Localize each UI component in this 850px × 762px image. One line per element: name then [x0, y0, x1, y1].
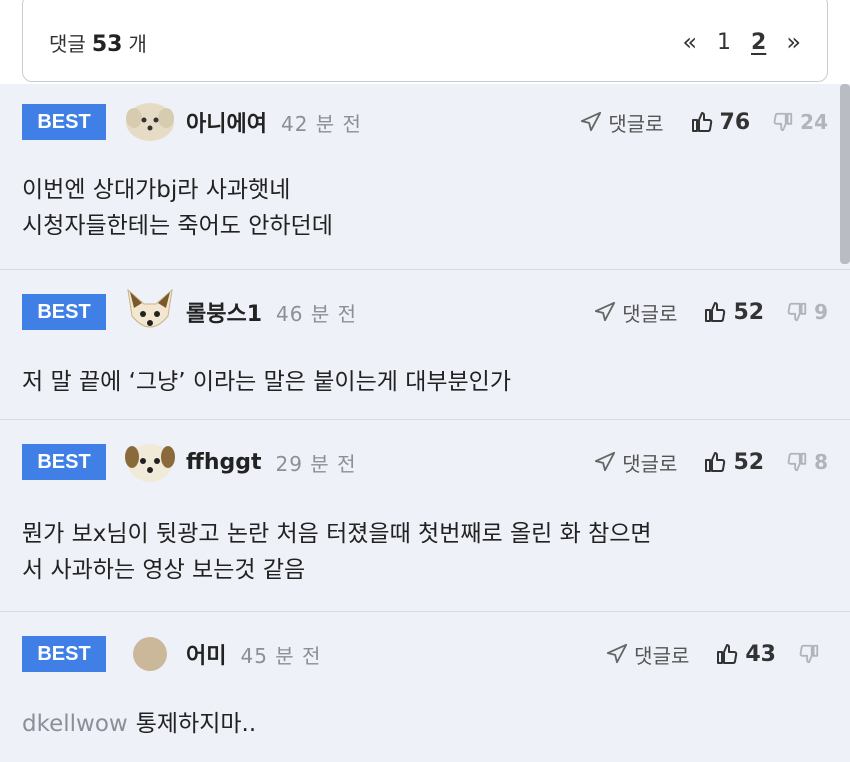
- like-button[interactable]: 52: [703, 300, 764, 325]
- dislike-count: 9: [814, 300, 828, 324]
- comment-time: 29 분 전: [275, 451, 357, 476]
- page-1-link[interactable]: 1: [717, 30, 731, 55]
- send-arrow-icon: [595, 451, 616, 472]
- comment-header-area: 댓글 53 개 « 1 2 »: [0, 0, 850, 84]
- dislike-button[interactable]: 8: [786, 450, 828, 474]
- comment-username[interactable]: 롤붕스1: [186, 296, 262, 328]
- puppy-avatar[interactable]: [124, 436, 176, 488]
- comment-username[interactable]: ffhggt: [186, 450, 262, 475]
- send-arrow-icon: [581, 111, 602, 132]
- comment-count-bar: 댓글 53 개 « 1 2 »: [22, 0, 828, 82]
- comment-text: 저 말 끝에 ‘그냥’ 이라는 말은 붙이는게 대부분인가: [22, 364, 511, 400]
- comment-text: dkellwow 통제하지마..: [22, 706, 256, 742]
- comment-actions: 댓글로 43: [606, 640, 820, 669]
- dislike-count: 8: [814, 450, 828, 474]
- page-2-current[interactable]: 2: [751, 30, 766, 55]
- comment-line-row: dkellwow 통제하지마..: [22, 706, 256, 742]
- like-count: 76: [719, 109, 751, 135]
- like-button[interactable]: 76: [690, 109, 751, 135]
- best-badge: BEST: [22, 444, 106, 480]
- reply-label: 댓글로: [608, 111, 664, 136]
- comment-line: 서 사과하는 영상 보는것 같음: [22, 557, 306, 583]
- mentioned-user[interactable]: dkellwow: [22, 711, 128, 737]
- thumbs-up-icon: [717, 644, 738, 664]
- comment-time: 46 분 전: [276, 301, 357, 326]
- prev-page-button[interactable]: «: [682, 28, 697, 56]
- comment-line: 통제하지마..: [135, 711, 257, 737]
- thumbs-up-icon: [705, 302, 726, 322]
- comment-count: 댓글 53 개: [49, 28, 147, 57]
- best-badge: BEST: [22, 636, 106, 672]
- comment-item: BEST ffhggt 29 분 전 댓글로 52 8 뭔가 보x님이 뒷광고 …: [0, 420, 850, 612]
- comment-count-label: 댓글: [49, 31, 86, 56]
- reply-button[interactable]: 댓글로: [594, 448, 677, 477]
- like-count: 52: [733, 299, 765, 325]
- comment-item: BEST 아니에여 42 분 전 댓글로 76 24 이번엔 상대가bj라 사과…: [0, 84, 850, 270]
- comment-text: 뭔가 보x님이 뒷광고 논란 처음 터졌을때 첫번째로 올린 화 참으면 서 사…: [22, 516, 652, 588]
- pagination: « 1 2 »: [682, 28, 801, 56]
- comment-actions: 댓글로 52 8: [594, 448, 828, 477]
- dislike-button[interactable]: 9: [786, 300, 828, 324]
- like-button[interactable]: 52: [703, 450, 764, 475]
- like-button[interactable]: 43: [715, 642, 776, 667]
- comment-actions: 댓글로 52 9: [594, 298, 828, 327]
- comment-time: 42 분 전: [280, 111, 362, 136]
- reply-label: 댓글로: [622, 451, 678, 476]
- next-page-button[interactable]: »: [786, 28, 801, 56]
- thumbs-down-icon: [773, 112, 793, 132]
- reply-button[interactable]: 댓글로: [594, 298, 677, 327]
- comment-username[interactable]: 아니에여: [186, 106, 267, 138]
- comment-actions: 댓글로 76 24: [580, 108, 828, 137]
- comment-text: 이번엔 상대가bj라 사과햇네 시청자들한테는 죽어도 안하던데: [22, 172, 333, 244]
- dislike-button[interactable]: 24: [772, 110, 828, 134]
- comment-item: BEST 어미 45 분 전 댓글로 43 dkellwow 통제하지마..: [0, 612, 850, 762]
- reply-button[interactable]: 댓글로: [606, 640, 689, 669]
- thumbs-up-icon: [691, 112, 712, 132]
- puppy-avatar[interactable]: [124, 96, 176, 148]
- comment-count-suffix: 개: [128, 31, 147, 56]
- scrollbar[interactable]: [840, 84, 850, 264]
- thumbs-down-icon: [787, 302, 807, 322]
- reply-label: 댓글로: [622, 301, 678, 326]
- like-count: 43: [745, 641, 776, 667]
- fox-avatar[interactable]: [124, 286, 176, 338]
- thumbs-down-icon: [799, 644, 819, 664]
- send-arrow-icon: [607, 643, 628, 664]
- thumbs-down-icon: [787, 452, 807, 472]
- comment-line: 뭔가 보x님이 뒷광고 논란 처음 터졌을때 첫번째로 올린 화 참으면: [22, 521, 652, 547]
- comment-line: 저 말 끝에 ‘그냥’ 이라는 말은 붙이는게 대부분인가: [22, 369, 511, 395]
- comment-line: 시청자들한테는 죽어도 안하던데: [22, 213, 333, 239]
- thumbs-up-icon: [705, 452, 726, 472]
- comment-count-number: 53: [91, 31, 123, 57]
- round-avatar[interactable]: [124, 628, 176, 680]
- send-arrow-icon: [595, 301, 616, 322]
- like-count: 52: [733, 449, 765, 475]
- reply-label: 댓글로: [634, 643, 690, 668]
- comment-item: BEST 롤붕스1 46 분 전 댓글로 52 9 저 말 끝에 ‘그냥’ 이라…: [0, 270, 850, 420]
- best-badge: BEST: [22, 104, 106, 140]
- comment-line: 이번엔 상대가bj라 사과햇네: [22, 177, 291, 203]
- dislike-button[interactable]: [798, 643, 820, 665]
- comment-time: 45 분 전: [240, 643, 322, 668]
- comment-username[interactable]: 어미: [186, 638, 226, 670]
- dislike-count: 24: [800, 110, 828, 134]
- reply-button[interactable]: 댓글로: [580, 108, 664, 137]
- best-badge: BEST: [22, 294, 106, 330]
